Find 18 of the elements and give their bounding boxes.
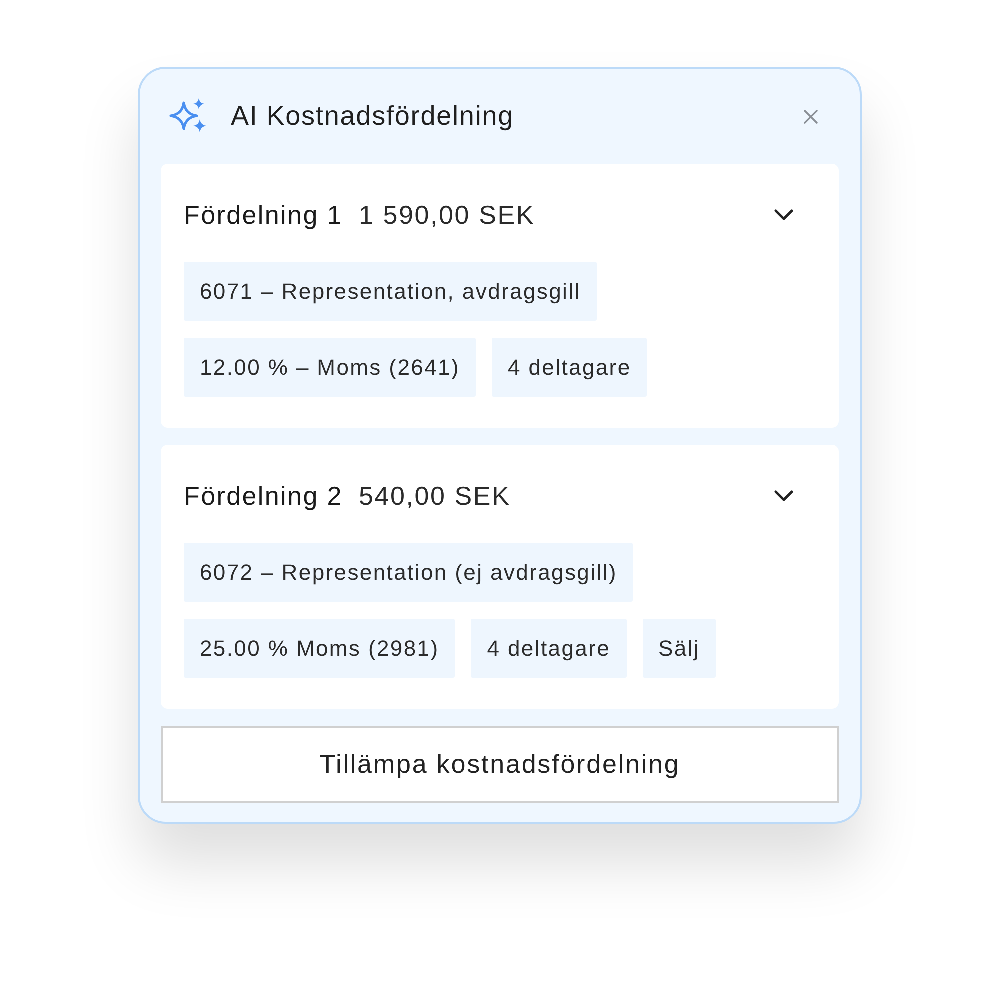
account-tag: 6072 – Representation (ej avdragsgill): [184, 543, 634, 602]
detail-tag: 25.00 % Moms (2981): [184, 619, 456, 678]
dialog-title: AI Kostnadsfördelning: [231, 101, 514, 132]
close-button[interactable]: [804, 110, 818, 124]
allocation-amount: 1 590,00 SEK: [358, 200, 535, 230]
allocation-amount: 540,00 SEK: [358, 480, 511, 512]
apply-button[interactable]: Tillämpa kostnadsfördelning: [161, 726, 839, 803]
allocation-name: Fördelning 1: [184, 200, 343, 230]
close-icon: [804, 110, 818, 124]
detail-tag: Sälj: [642, 619, 716, 678]
chevron-icon[interactable]: [774, 490, 794, 502]
detail-tag: 4 deltagare: [492, 338, 648, 397]
detail-tag: 12.00 % – Moms (2641): [184, 338, 476, 397]
allocation-name: Fördelning 2: [184, 480, 343, 512]
detail-tag: 4 deltagare: [471, 619, 627, 678]
sparkle-icon: [169, 98, 207, 134]
chevron-icon[interactable]: [774, 209, 794, 221]
account-tag: 6071 – Representation, avdragsgill: [184, 262, 597, 321]
